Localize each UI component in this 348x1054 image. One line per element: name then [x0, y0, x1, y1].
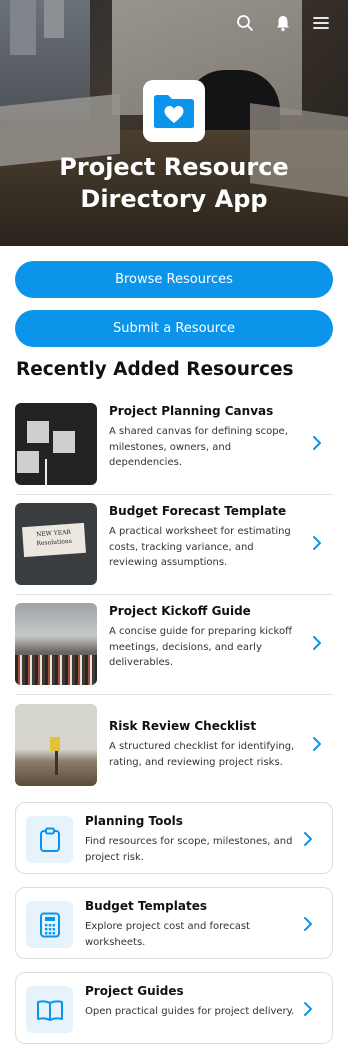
category-description: Open practical guides for project delive…	[85, 1006, 295, 1017]
book-icon	[36, 999, 63, 1021]
resource-thumbnail	[15, 403, 97, 485]
resource-title: Risk Review Checklist	[109, 719, 257, 733]
resource-description: A shared canvas for defining scope, mile…	[109, 426, 288, 468]
hero-banner: Project Resource Directory App	[0, 0, 348, 246]
chevron-right-icon[interactable]	[311, 535, 323, 551]
resource-thumbnail	[15, 603, 97, 685]
resource-description: A practical worksheet for estimating cos…	[109, 526, 291, 568]
browse-resources-button[interactable]: Browse Resources	[15, 261, 333, 298]
chevron-right-icon[interactable]	[311, 635, 323, 651]
category-card-project-guides[interactable]: Project Guides Open practical guides for…	[15, 972, 333, 1044]
section-title: Recently Added Resources	[16, 359, 294, 380]
clipboard-icon	[39, 827, 60, 852]
page-title: Project Resource Directory App	[0, 151, 348, 215]
top-toolbar	[236, 14, 330, 32]
menu-icon[interactable]	[312, 14, 330, 32]
sticky-note	[27, 421, 49, 443]
chevron-right-icon[interactable]	[311, 435, 323, 451]
category-description: Find resources for scope, milestones, an…	[85, 836, 293, 863]
search-icon[interactable]	[236, 14, 254, 32]
chevron-right-icon[interactable]	[302, 1001, 314, 1017]
resource-title: Budget Forecast Template	[109, 504, 287, 518]
category-icon-tile	[26, 901, 73, 948]
resource-description: A concise guide for preparing kickoff me…	[109, 626, 292, 668]
resource-thumbnail: NEW YEAR Resolutions	[15, 503, 97, 585]
sticky-note	[17, 451, 39, 473]
chevron-right-icon[interactable]	[311, 736, 323, 752]
sticky-note	[53, 431, 75, 453]
category-card-planning-tools[interactable]: Planning Tools Find resources for scope,…	[15, 802, 333, 874]
category-icon-tile	[26, 986, 73, 1033]
page-title-line: Directory App	[80, 185, 268, 213]
folder-heart-icon	[154, 95, 194, 128]
chevron-right-icon[interactable]	[302, 831, 314, 847]
app-logo	[143, 80, 205, 142]
pen	[45, 459, 47, 485]
category-description: Explore project cost and forecast worksh…	[85, 921, 250, 948]
thumbnail-warning-sign	[50, 737, 60, 751]
thumbnail-note: NEW YEAR Resolutions	[22, 522, 86, 558]
category-card-budget-templates[interactable]: Budget Templates Explore project cost an…	[15, 887, 333, 959]
resource-title: Project Planning Canvas	[109, 404, 274, 418]
resource-item[interactable]: NEW YEAR Resolutions Budget Forecast Tem…	[15, 494, 333, 595]
resource-item[interactable]: Risk Review Checklist A structured check…	[15, 695, 333, 796]
category-title: Planning Tools	[85, 814, 183, 828]
resource-title: Project Kickoff Guide	[109, 604, 251, 618]
page-title-line: Project Resource	[59, 153, 289, 181]
chevron-right-icon[interactable]	[302, 916, 314, 932]
category-title: Project Guides	[85, 984, 184, 998]
thumbnail-crowd	[15, 655, 97, 685]
calculator-icon	[39, 912, 60, 937]
category-icon-tile	[26, 816, 73, 863]
resource-item[interactable]: Project Kickoff Guide A concise guide fo…	[15, 594, 333, 695]
category-title: Budget Templates	[85, 899, 207, 913]
resource-description: A structured checklist for identifying, …	[109, 741, 295, 768]
resource-item[interactable]: Project Planning Canvas A shared canvas …	[15, 394, 333, 495]
notification-icon[interactable]	[274, 14, 292, 32]
submit-resource-button[interactable]: Submit a Resource	[15, 310, 333, 347]
resource-thumbnail	[15, 704, 97, 786]
